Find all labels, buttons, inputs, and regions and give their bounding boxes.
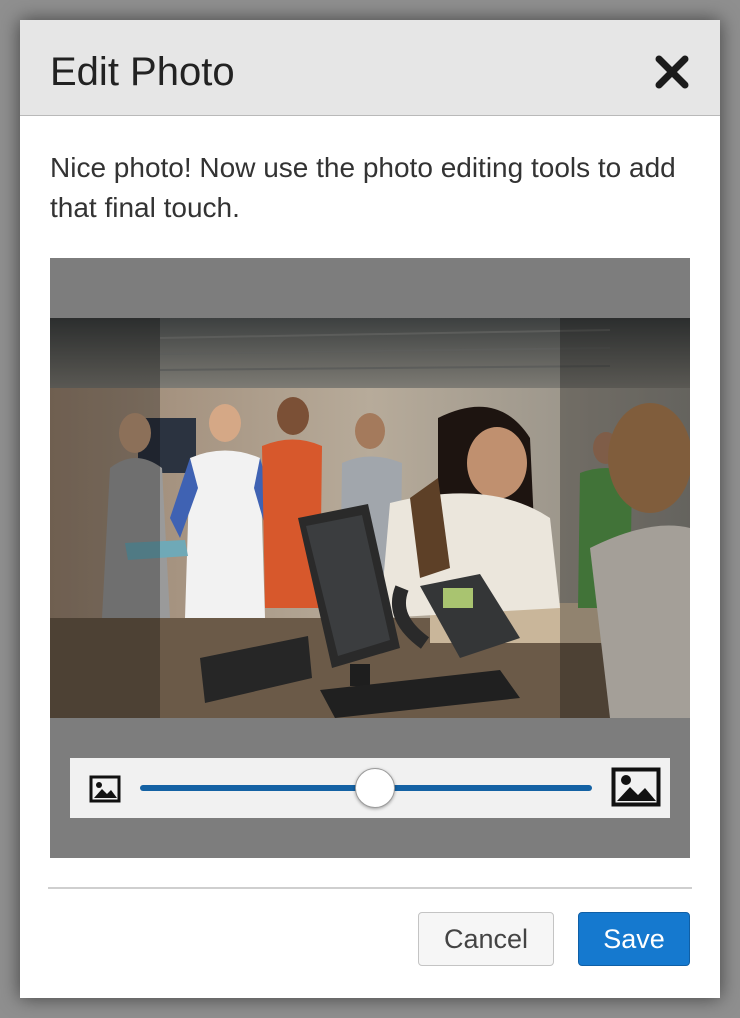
close-icon <box>655 55 689 89</box>
dialog-title: Edit Photo <box>50 50 235 94</box>
zoom-slider-bar <box>70 758 670 818</box>
save-button[interactable]: Save <box>578 912 690 966</box>
image-large-icon[interactable] <box>611 767 661 807</box>
close-button[interactable] <box>648 48 696 96</box>
dialog-header: Edit Photo <box>20 20 720 116</box>
intro-text: Nice photo! Now use the photo editing to… <box>50 152 676 223</box>
photo-editor <box>50 258 690 858</box>
zoom-slider-handle[interactable] <box>355 768 396 808</box>
footer-divider <box>48 887 692 889</box>
edit-photo-dialog: Edit Photo Nice photo! Now use the photo… <box>20 20 720 998</box>
image-small-icon[interactable] <box>89 775 121 803</box>
photo-image <box>50 318 690 718</box>
cancel-button[interactable]: Cancel <box>418 912 554 966</box>
photo-crop-area[interactable] <box>50 318 690 718</box>
